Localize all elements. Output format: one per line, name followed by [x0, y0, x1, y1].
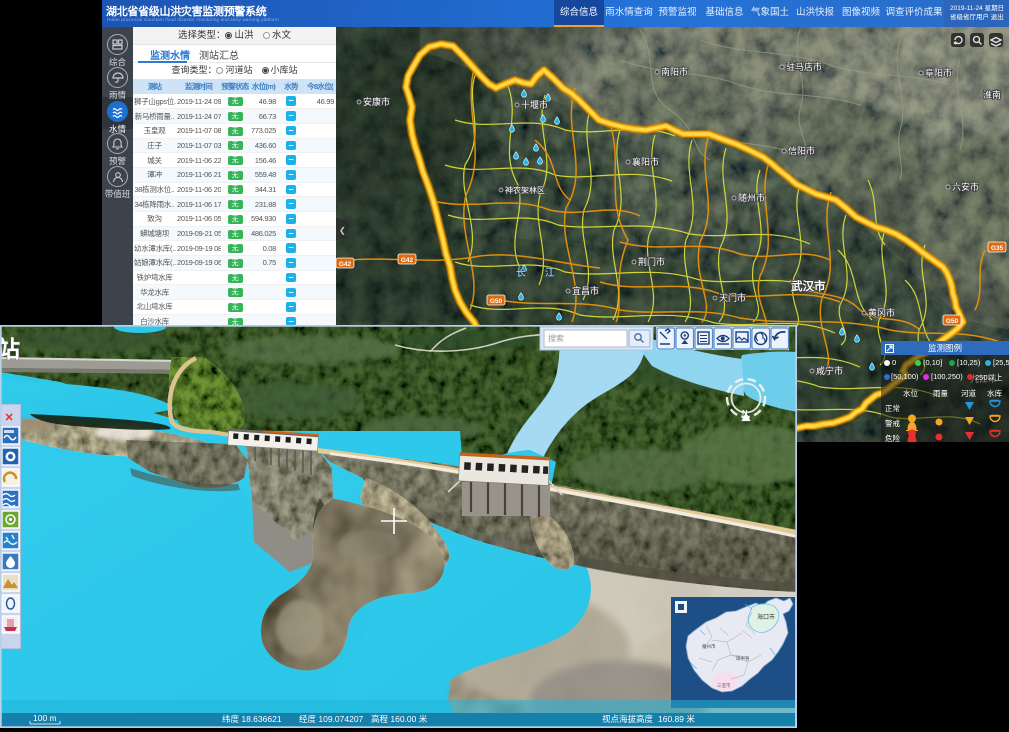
svg-text:高程 160.00 米: 高程 160.00 米: [371, 714, 428, 724]
svg-text:武汉市: 武汉市: [791, 279, 826, 293]
svg-text:随州市: 随州市: [738, 192, 765, 203]
svg-text:驻马店市: 驻马店市: [786, 61, 822, 72]
svg-text:160.89 米: 160.89 米: [658, 714, 695, 724]
svg-text:纬度 18.636621: 纬度 18.636621: [222, 714, 282, 724]
svg-text:神农架林区: 神农架林区: [505, 185, 545, 195]
svg-text:三亚市: 三亚市: [717, 682, 731, 689]
svg-text:G50: G50: [490, 298, 503, 305]
svg-text:经度 109.074207: 经度 109.074207: [299, 714, 364, 724]
svg-text:海口市: 海口市: [757, 613, 775, 621]
svg-text:安康市: 安康市: [363, 96, 390, 107]
svg-text:G42: G42: [339, 261, 352, 268]
svg-text:站: 站: [0, 336, 20, 362]
svg-text:G35: G35: [991, 245, 1004, 252]
svg-text:100 m: 100 m: [33, 713, 57, 723]
svg-text:视点海拔高度: 视点海拔高度: [602, 714, 654, 724]
svg-text:淮南: 淮南: [983, 89, 1001, 100]
svg-text:宜昌市: 宜昌市: [572, 285, 599, 296]
svg-text:儋州市: 儋州市: [702, 643, 716, 650]
svg-text:南阳市: 南阳市: [661, 66, 688, 77]
svg-text:荆门市: 荆门市: [638, 256, 665, 267]
svg-text:黄冈市: 黄冈市: [868, 307, 895, 318]
svg-text:十堰市: 十堰市: [521, 99, 548, 110]
svg-text:G42: G42: [401, 257, 414, 264]
svg-text:✕: ✕: [5, 412, 14, 424]
svg-text:❮: ❮: [339, 226, 346, 235]
svg-text:N: N: [742, 408, 747, 417]
svg-text:六安市: 六安市: [952, 181, 979, 192]
svg-text:琼中县: 琼中县: [736, 655, 750, 662]
svg-text:长 江: 长 江: [516, 267, 563, 279]
svg-text:天门市: 天门市: [719, 292, 746, 303]
svg-text:搜索: 搜索: [548, 333, 564, 343]
svg-text:咸宁市: 咸宁市: [816, 365, 843, 376]
svg-text:襄阳市: 襄阳市: [632, 156, 659, 167]
svg-text:G50: G50: [946, 318, 959, 325]
svg-text:信阳市: 信阳市: [788, 145, 815, 156]
svg-text:阜阳市: 阜阳市: [925, 67, 952, 78]
